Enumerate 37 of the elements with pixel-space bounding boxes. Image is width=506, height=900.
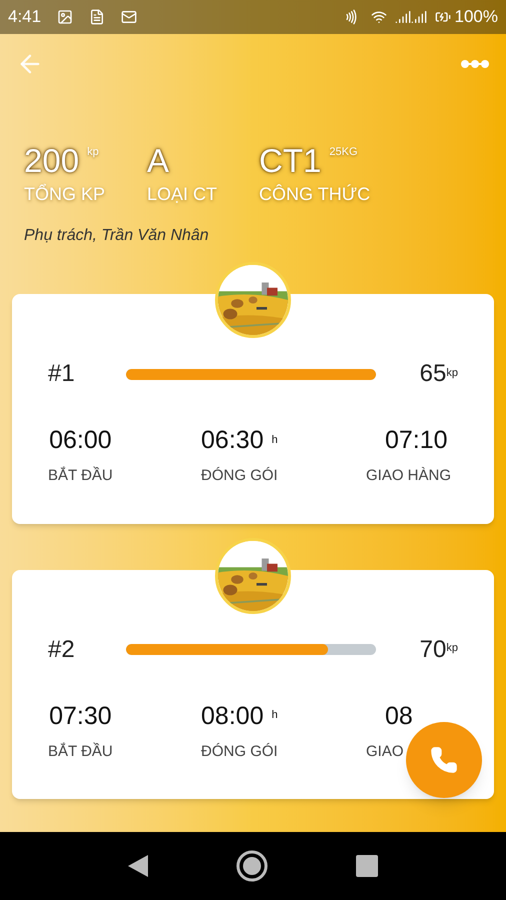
time-value: 06:30 $^{h}$ <box>201 428 278 454</box>
points-value: 70$^{kp}$ <box>420 638 458 662</box>
points-value: 65$^{kp}$ <box>420 362 458 386</box>
mail-icon <box>121 9 138 25</box>
home-nav-icon[interactable] <box>236 850 268 882</box>
stat-unit: kp <box>87 145 99 160</box>
signal-icon <box>394 9 411 25</box>
stat-value: 200 <box>24 141 80 181</box>
image-icon <box>57 9 74 25</box>
status-time: 4:41 <box>8 6 42 28</box>
stat-label: TỔNG KP <box>24 182 106 206</box>
stat-unit: 25KG <box>329 145 358 160</box>
more-button[interactable] <box>460 59 490 69</box>
stat-label: CÔNG THỨC <box>259 183 370 206</box>
time-value: 07:30 <box>49 704 112 729</box>
signal-icon <box>410 9 427 25</box>
time-label: ĐÓNG GÓI <box>201 466 278 486</box>
time-value: 08 <box>385 704 413 729</box>
time-value: 06:00 <box>49 428 112 454</box>
stat-value: A <box>147 141 170 181</box>
time-label: BẮT ĐẦU <box>48 466 113 486</box>
stat-label: LOẠI CT <box>147 183 218 206</box>
time-value: 07:10 <box>385 428 448 454</box>
battery-level: 100% <box>454 6 498 28</box>
time-label: GIAO <box>366 742 404 762</box>
batch-number: #2 <box>48 634 76 665</box>
manager-name: Phụ trách, Trần Văn Nhân <box>23 226 210 246</box>
stat-value: CT1 <box>259 141 322 181</box>
wifi-icon <box>370 9 387 25</box>
document-icon <box>89 9 106 25</box>
time-label: GIAO HÀNG <box>366 466 452 486</box>
time-label: ĐÓNG GÓI <box>201 742 278 762</box>
time-value: 08:00 $^{h}$ <box>201 704 278 729</box>
phone-icon <box>430 746 458 774</box>
back-nav-icon[interactable] <box>128 855 148 877</box>
batch-number: #1 <box>48 359 76 390</box>
time-label: BẮT ĐẦU <box>48 742 113 762</box>
